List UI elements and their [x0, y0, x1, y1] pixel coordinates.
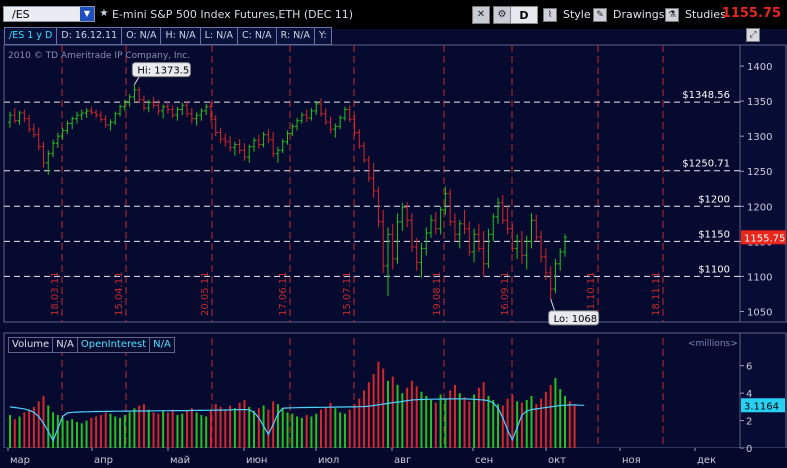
date-marker-label: 18.11.11 [651, 271, 662, 316]
open-interest-value: N/A [150, 337, 175, 353]
date-marker-label: 16.09.11 [500, 271, 511, 316]
month-label: ноя [622, 455, 641, 466]
price-level-label: $1200 [698, 194, 730, 205]
date-marker-label: 18.03.11 [50, 271, 61, 316]
date-marker-label: 20.05.11 [200, 271, 211, 316]
chart-canvas[interactable]: 18.03.11 15.04.11 20.05.11 17.06.11 15.07.11… [0, 0, 787, 468]
price-level-label: $1150 [698, 229, 730, 240]
month-label: авг [394, 455, 411, 466]
month-label: дек [697, 455, 716, 466]
price-level-label: $1250.71 [682, 159, 730, 170]
date-marker-label: 15.07.11 [342, 271, 353, 316]
volume-header: Volume N/A OpenInterest N/A [8, 337, 175, 353]
price-level-label: $1100 [698, 264, 730, 275]
month-label: июн [246, 455, 267, 466]
oi-last-tag-label: 3.1164 [744, 401, 779, 412]
y-tick-label: 1300 [747, 132, 772, 143]
lo-label: Lo: 1068 [554, 314, 598, 325]
date-marker-label: 17.06.11 [278, 271, 289, 316]
y-tick-label: 1400 [747, 62, 772, 73]
open-interest-label: OpenInterest [77, 337, 151, 353]
month-label: окт [548, 455, 566, 466]
month-label: апр [94, 455, 113, 466]
date-marker-label: 21.10.11 [586, 271, 597, 316]
volume-label: Volume [8, 337, 54, 353]
date-marker-label: 19.08.11 [432, 271, 443, 316]
volume-tick-label: 0 [746, 444, 752, 455]
month-label: июл [318, 455, 339, 466]
volume-units: <millions> [688, 339, 738, 349]
date-marker-label: 15.04.11 [114, 271, 125, 316]
volume-value: N/A [53, 337, 78, 353]
y-tick-label: 1350 [747, 97, 772, 108]
y-tick-label: 1200 [747, 202, 772, 213]
month-label: май [170, 455, 190, 466]
price-level-label: $1348.56 [682, 90, 730, 101]
month-label: мар [10, 455, 30, 466]
y-tick-label: 1250 [747, 167, 772, 178]
hi-label: Hi: 1373.5 [137, 66, 189, 77]
month-label: сен [475, 455, 493, 466]
y-tick-label: 1100 [747, 272, 772, 283]
volume-tick-label: 6 [746, 362, 752, 373]
y-tick-label: 1050 [747, 307, 772, 318]
chart-window: /ES ▼ ★ E-mini S&P 500 Index Futures,ETH… [0, 0, 787, 468]
volume-tick-label: 2 [746, 417, 752, 428]
last-price-tag-label: 1155.75 [744, 233, 785, 244]
copyright-text: 2010 © TD Ameritrade IP Company, Inc. [8, 51, 191, 61]
